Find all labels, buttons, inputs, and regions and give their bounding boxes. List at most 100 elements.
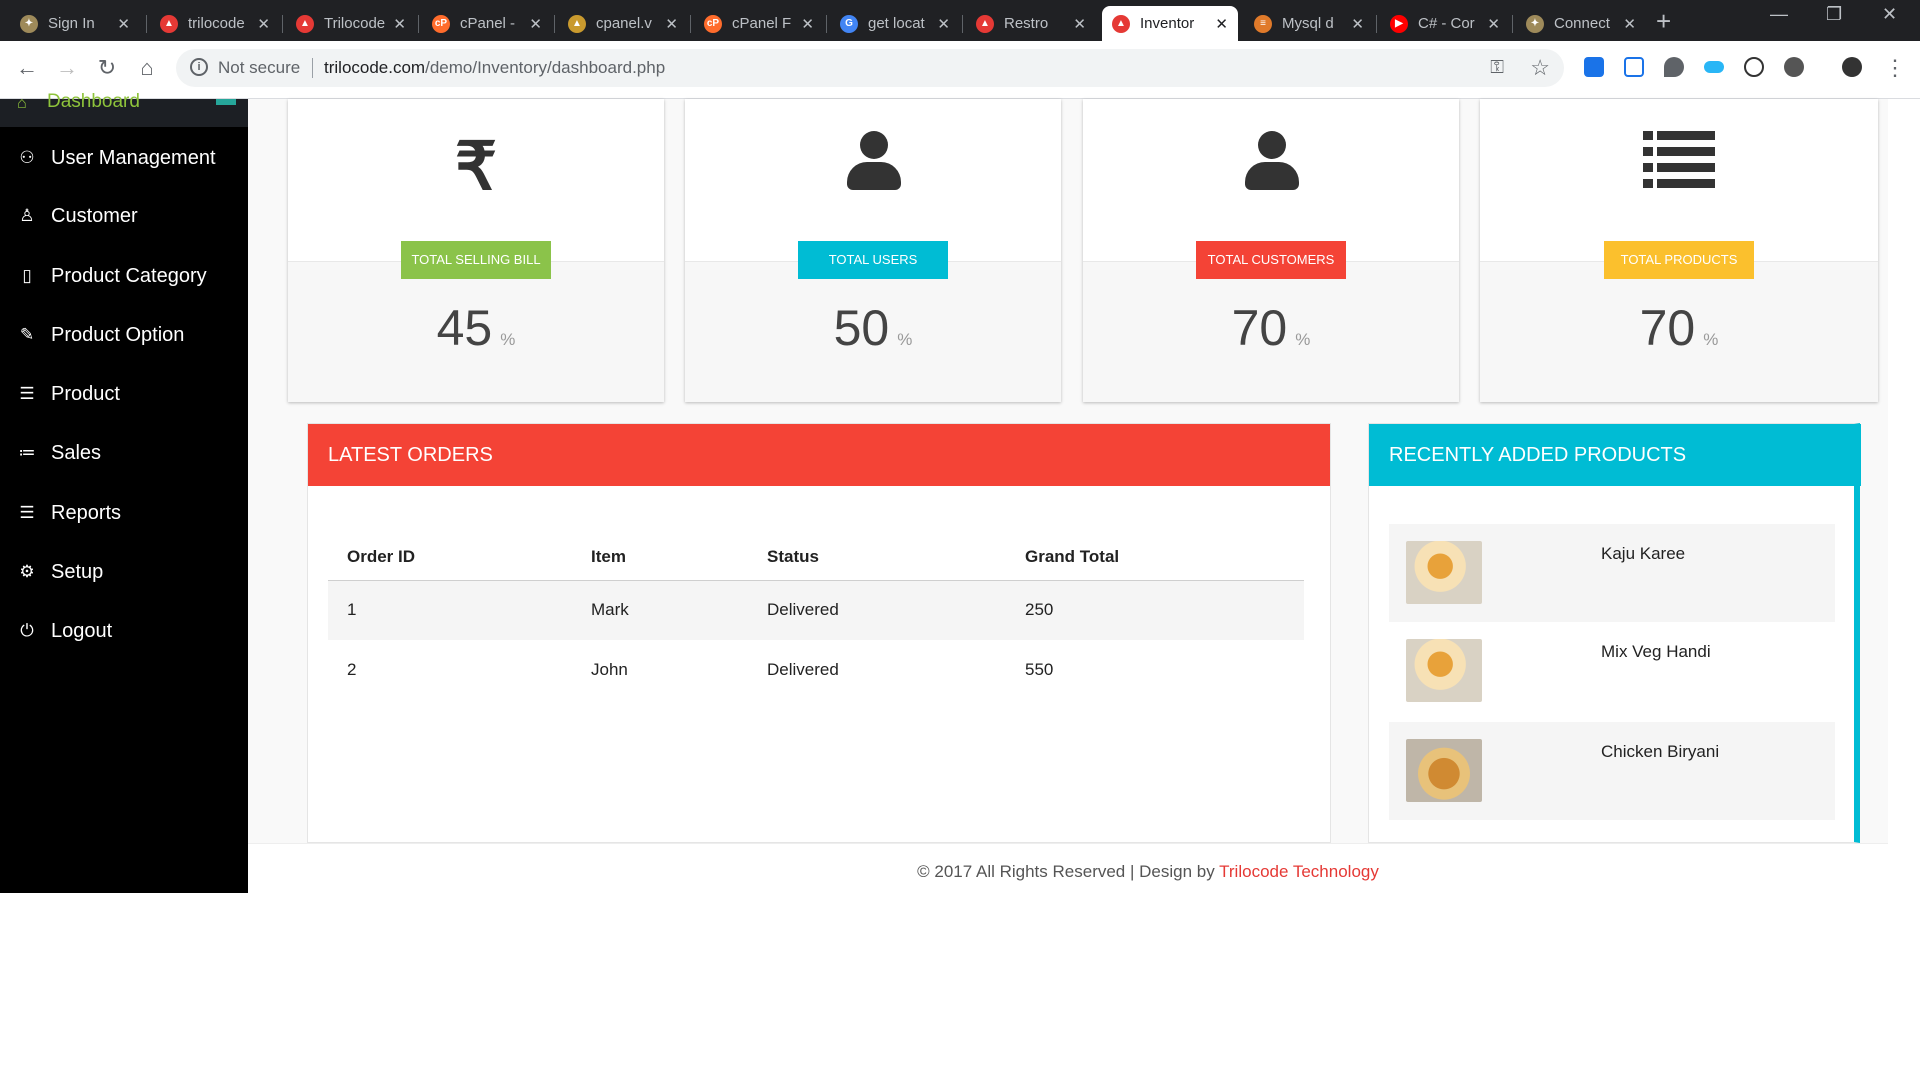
- sidebar-item-sales[interactable]: ≔ Sales: [0, 433, 248, 473]
- tab[interactable]: Gget locat ✕: [830, 6, 960, 41]
- tab-favicon-icon: ▲: [160, 14, 178, 33]
- close-icon[interactable]: ✕: [257, 15, 270, 33]
- url-text[interactable]: trilocode.com/demo/Inventory/dashboard.p…: [324, 58, 665, 78]
- tab[interactable]: ▲ Trilocode ✕: [286, 6, 416, 41]
- tab-active[interactable]: ▲ Inventor ✕: [1102, 6, 1238, 41]
- sidebar-item-customer[interactable]: ♙ Customer: [0, 196, 248, 236]
- close-icon[interactable]: ✕: [1215, 15, 1228, 33]
- tab-title: get locat: [868, 15, 925, 32]
- tab[interactable]: ▲ cpanel.v ✕: [558, 6, 688, 41]
- tab-favicon-icon: ▲: [568, 14, 586, 33]
- recent-products-panel: RECENTLY ADDED PRODUCTS Kaju Karee Mix V…: [1368, 423, 1861, 843]
- bookmark-extension-icon[interactable]: [1584, 57, 1604, 77]
- table-cell: 2: [347, 660, 357, 679]
- footer: © 2017 All Rights Reserved | Design by T…: [248, 843, 1888, 893]
- tab[interactable]: cP cPanel F ✕: [694, 6, 824, 41]
- table-cell: 550: [1025, 660, 1054, 679]
- column-header: Status: [748, 534, 1006, 581]
- product-item[interactable]: Mix Veg Handi: [1389, 622, 1835, 720]
- home-icon[interactable]: ⌂: [132, 53, 162, 83]
- product-item[interactable]: Chicken Biryani: [1389, 722, 1835, 820]
- tab-favicon-icon: ▲: [296, 14, 314, 33]
- new-tab-icon[interactable]: +: [1656, 8, 1671, 34]
- sidebar-item-label: Reports: [51, 501, 122, 524]
- tab[interactable]: ▲ trilocode ✕: [150, 6, 280, 41]
- card-top: [1083, 99, 1459, 262]
- address-bar[interactable]: i Not secure trilocode.com/demo/Inventor…: [176, 49, 1564, 87]
- close-icon[interactable]: ✕: [529, 15, 542, 33]
- footer-link[interactable]: Trilocode Technology: [1219, 862, 1379, 881]
- close-icon[interactable]: ✕: [937, 15, 950, 33]
- power-icon: ⏻: [20, 621, 34, 640]
- window-close-icon[interactable]: ✕: [1882, 4, 1897, 25]
- forward-icon[interactable]: →: [52, 53, 82, 83]
- tab-title: cpanel.v: [596, 15, 652, 32]
- tab[interactable]: ▶ C# - Cor ✕: [1380, 6, 1510, 41]
- reload-icon[interactable]: ↻: [92, 53, 122, 83]
- tab[interactable]: ✦ Sign In ✕: [10, 6, 140, 41]
- stat-unit: %: [897, 330, 913, 349]
- tab-favicon-icon: G: [840, 14, 858, 33]
- sidebar-item-label: Customer: [51, 204, 138, 227]
- card-top: [685, 99, 1061, 262]
- speed-extension-icon[interactable]: [1744, 57, 1764, 77]
- list-icon: ☰: [19, 503, 35, 522]
- info-icon[interactable]: i: [190, 58, 208, 76]
- table-row[interactable]: 1 Mark Delivered 250: [328, 580, 1304, 640]
- sidebar-item-logout[interactable]: ⏻ Logout: [0, 611, 248, 651]
- sidebar-item-product[interactable]: ☰ Product: [0, 374, 248, 414]
- close-icon[interactable]: ✕: [1073, 15, 1086, 33]
- minimize-icon[interactable]: —: [1770, 4, 1788, 25]
- location-extension-icon[interactable]: [1664, 57, 1684, 77]
- sidebar-item-label: Product: [51, 382, 120, 405]
- tab-title: trilocode: [188, 15, 245, 32]
- browser-tab-strip: ✦ Sign In ✕ ▲ trilocode ✕ ▲ Trilocode ✕ cP cPan…: [0, 0, 1920, 41]
- profile-avatar[interactable]: [1842, 57, 1862, 77]
- stat-number: 70: [1231, 300, 1288, 356]
- star-icon[interactable]: ☆: [1530, 55, 1550, 81]
- stat-label: TOTAL SELLING BILL: [401, 241, 551, 279]
- cloud-extension-icon[interactable]: [1704, 61, 1724, 73]
- sidebar-item-setup[interactable]: ⚙ Setup: [0, 552, 248, 592]
- user-icon: [685, 131, 1061, 205]
- tab-title: Restro: [1004, 15, 1049, 32]
- tab[interactable]: ≡ Mysql d ✕: [1244, 6, 1374, 41]
- stat-card-selling-bill: ₹ TOTAL SELLING BILL 45%: [288, 99, 664, 402]
- stat-number: 50: [833, 300, 890, 356]
- tab[interactable]: cP cPanel - ✕: [422, 6, 552, 41]
- close-icon[interactable]: ✕: [117, 15, 130, 33]
- close-icon[interactable]: ✕: [1623, 15, 1636, 33]
- tab[interactable]: ▲ Restro ✕: [966, 6, 1096, 41]
- close-icon[interactable]: ✕: [1351, 15, 1364, 33]
- orders-table: Order ID Item Status Grand Total 1 Mark …: [328, 534, 1304, 700]
- tab-title: Trilocode: [324, 15, 386, 32]
- menu-icon[interactable]: ⋮: [1880, 53, 1910, 83]
- column-header: Grand Total: [1006, 534, 1304, 581]
- extension-icon[interactable]: [1784, 57, 1804, 77]
- stat-unit: %: [500, 330, 516, 349]
- table-row[interactable]: 2 John Delivered 550: [328, 640, 1304, 700]
- close-icon[interactable]: ✕: [1487, 15, 1500, 33]
- sidebar: ⌂ Dashboard ⚇ User Management ♙ Customer ▯…: [0, 91, 248, 893]
- key-icon[interactable]: ⚿: [1490, 57, 1504, 78]
- product-thumbnail: [1406, 541, 1482, 604]
- translate-extension-icon[interactable]: [1624, 57, 1644, 77]
- close-icon[interactable]: ✕: [801, 15, 814, 33]
- restore-icon[interactable]: ❐: [1826, 4, 1842, 25]
- close-icon[interactable]: ✕: [665, 15, 678, 33]
- back-icon[interactable]: ←: [12, 53, 42, 83]
- tab[interactable]: ✦ Connect ✕: [1516, 6, 1646, 41]
- security-label: Not secure: [218, 58, 301, 77]
- close-icon[interactable]: ✕: [393, 15, 406, 33]
- product-item[interactable]: Kaju Karee: [1389, 524, 1835, 622]
- sidebar-item-label: Sales: [51, 441, 102, 464]
- stat-label: TOTAL USERS: [798, 241, 948, 279]
- pencil-icon: ✎: [19, 325, 35, 344]
- sidebar-item-reports[interactable]: ☰ Reports: [0, 493, 248, 533]
- sidebar-item-product-category[interactable]: ▯ Product Category: [0, 256, 248, 296]
- gear-icon: ⚙: [19, 562, 35, 581]
- footer-text: © 2017 All Rights Reserved | Design by: [917, 862, 1220, 881]
- sidebar-item-product-option[interactable]: ✎ Product Option: [0, 315, 248, 355]
- sidebar-item-user-management[interactable]: ⚇ User Management: [0, 138, 248, 178]
- sidebar-item-dashboard[interactable]: ⌂ Dashboard: [0, 91, 248, 127]
